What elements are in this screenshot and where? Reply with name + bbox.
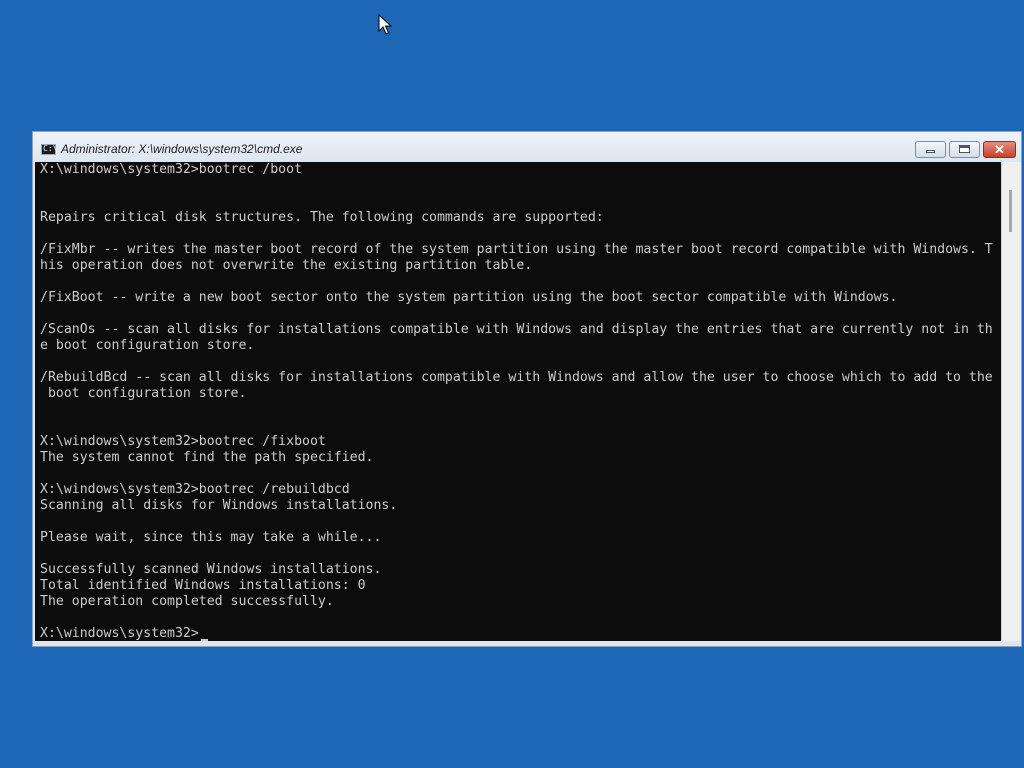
console-line: /RebuildBcd -- scan all disks for instal… xyxy=(40,370,993,385)
console-line: X:\windows\system32>bootrec /rebuildbcd xyxy=(40,482,350,497)
console-line: X:\windows\system32>bootrec /boot xyxy=(40,162,303,177)
console-line: X:\windows\system32> xyxy=(40,626,199,641)
close-button[interactable]: ✕ xyxy=(983,141,1016,158)
cmd-window[interactable]: C:\ Administrator: X:\windows\system32\c… xyxy=(32,131,1022,647)
console-line: /FixBoot -- write a new boot sector onto… xyxy=(40,290,898,305)
close-icon: ✕ xyxy=(994,142,1005,157)
console-line: The system cannot find the path specifie… xyxy=(40,450,374,465)
console-line: Total identified Windows installations: … xyxy=(40,578,366,593)
console-output[interactable]: X:\windows\system32>bootrec /boot Repairs… xyxy=(35,162,1001,641)
console-line: his operation does not overwrite the exi… xyxy=(40,258,533,273)
console-line: boot configuration store. xyxy=(40,386,247,401)
title-bar[interactable]: C:\ Administrator: X:\windows\system32\c… xyxy=(33,132,1021,162)
window-title: Administrator: X:\windows\system32\cmd.e… xyxy=(61,142,303,156)
vertical-scrollbar[interactable] xyxy=(1001,162,1021,641)
minimize-button[interactable] xyxy=(915,141,946,158)
console-line: Repairs critical disk structures. The fo… xyxy=(40,210,604,225)
cmd-icon: C:\ xyxy=(41,144,58,155)
console-line: /FixMbr -- writes the master boot record… xyxy=(40,242,993,257)
text-cursor xyxy=(201,639,208,641)
console-line: e boot configuration store. xyxy=(40,338,255,353)
scrollbar-thumb[interactable] xyxy=(1009,190,1012,232)
console-line: Scanning all disks for Windows installat… xyxy=(40,498,398,513)
console-line: /ScanOs -- scan all disks for installati… xyxy=(40,322,993,337)
mouse-pointer-icon xyxy=(378,14,392,35)
console-line: X:\windows\system32>bootrec /fixboot xyxy=(40,434,326,449)
console-line: Please wait, since this may take a while… xyxy=(40,530,382,545)
console-line: The operation completed successfully. xyxy=(40,594,334,609)
console-line: Successfully scanned Windows installatio… xyxy=(40,562,382,577)
maximize-button[interactable] xyxy=(949,141,980,158)
